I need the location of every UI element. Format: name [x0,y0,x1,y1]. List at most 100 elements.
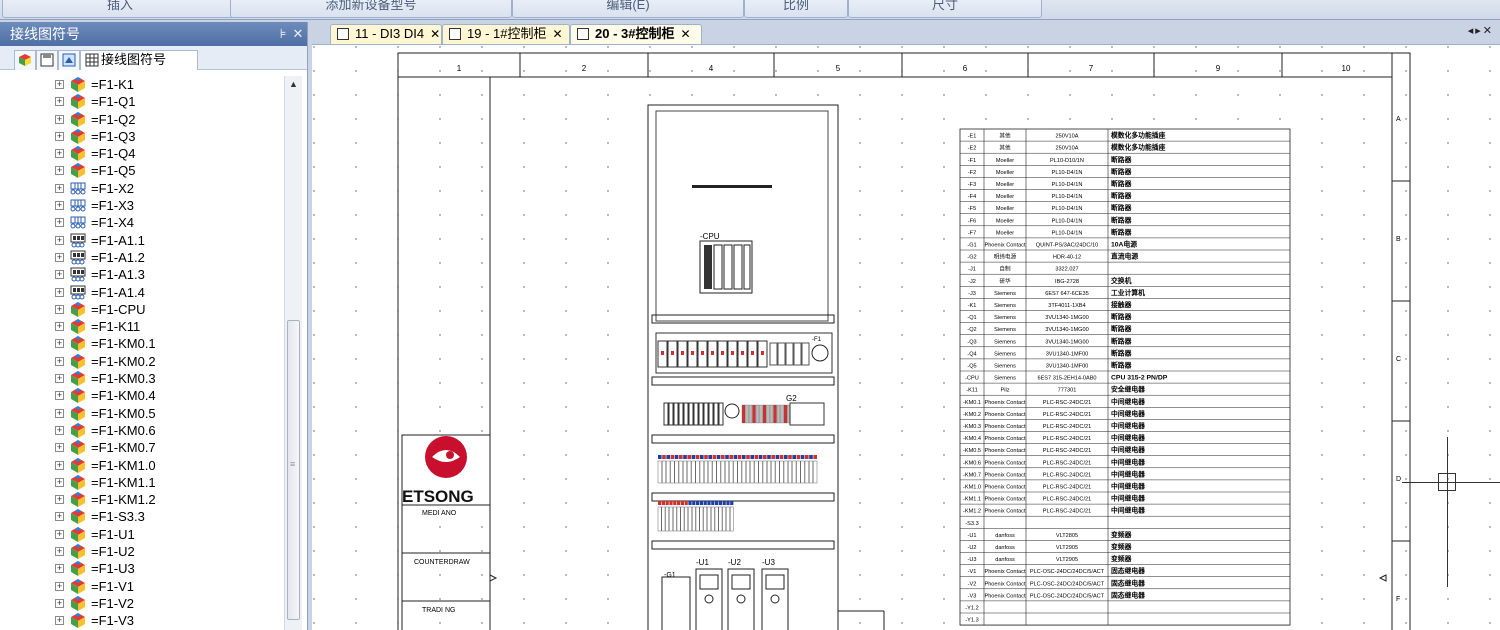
device-icon [69,387,87,404]
tree-item[interactable]: + =F1-X2 [0,180,284,197]
tree-item[interactable]: + =F1-CPU [0,301,284,318]
table-cell: 777301 [1058,388,1077,394]
tab-document-19[interactable]: 19 - 1#控制柜 ✕ [442,24,570,44]
expand-icon[interactable]: + [55,183,64,193]
expand-icon[interactable]: + [55,477,64,487]
expand-icon[interactable]: + [55,97,64,107]
tree-item[interactable]: + =F1-A1.3 [0,266,284,283]
tree-item[interactable]: + =F1-K11 [0,318,284,335]
tree-item[interactable]: + =F1-V2 [0,595,284,612]
expand-icon[interactable]: + [55,495,64,505]
tree-item[interactable]: + =F1-KM0.2 [0,353,284,370]
ribbon-group-add-device-model[interactable]: 添加新设备型号 [230,0,512,18]
tree-item[interactable]: + =F1-KM1.2 [0,491,284,508]
relay [695,506,700,532]
expand-icon[interactable]: + [55,529,64,539]
tree-scrollbar[interactable]: ▲ ≡ [284,76,302,630]
expand-icon[interactable]: + [55,564,64,574]
ribbon-group-insert[interactable]: 插入 [2,0,238,18]
expand-icon[interactable]: + [55,149,64,159]
tree-item[interactable]: + =F1-X4 [0,214,284,231]
tree-item[interactable]: + =F1-KM0.1 [0,335,284,352]
expand-icon[interactable]: + [55,581,64,591]
expand-icon[interactable]: + [55,114,64,124]
tree-item[interactable]: + =F1-V1 [0,578,284,595]
tree-item[interactable]: + =F1-Q1 [0,93,284,110]
close-tab-icon[interactable]: ✕ [430,27,440,41]
tree-item[interactable]: + =F1-U2 [0,543,284,560]
expand-icon[interactable]: + [55,356,64,366]
tree-item[interactable]: + =F1-U1 [0,526,284,543]
expand-icon[interactable]: + [55,391,64,401]
expand-icon[interactable]: + [55,598,64,608]
terminal [703,402,709,426]
ribbon-group-scale[interactable]: 比例 [744,0,848,18]
tree-item[interactable]: + =F1-KM1.0 [0,457,284,474]
socket [724,403,740,419]
close-tab-icon[interactable]: ✕ [552,27,562,41]
relay [676,506,681,532]
tree-item[interactable]: + =F1-KM0.3 [0,370,284,387]
expand-icon[interactable]: + [55,512,64,522]
expand-icon[interactable]: + [55,218,64,228]
tree-item[interactable]: + =F1-A1.2 [0,249,284,266]
expand-icon[interactable]: + [55,374,64,384]
table-cell: Phoenix Contact [984,569,1025,575]
close-tab-icon[interactable]: ✕ [680,27,690,41]
table-cell: -KM0.5 [963,448,981,454]
relay [691,460,696,484]
tree-item[interactable]: + =F1-V3 [0,612,284,629]
tree-item[interactable]: + =F1-U3 [0,560,284,577]
tree-item[interactable]: + =F1-KM0.6 [0,422,284,439]
tree-item-label: =F1-K11 [91,319,141,335]
tab-wiring-symbols[interactable]: 接线图符号 [80,50,198,70]
tree-item[interactable]: + =F1-KM0.4 [0,387,284,404]
tab-document-20[interactable]: 20 - 3#控制柜 ✕ [570,24,702,44]
tree-item[interactable]: + =F1-KM0.5 [0,405,284,422]
expand-icon[interactable]: + [55,131,64,141]
expand-icon[interactable]: + [55,252,64,262]
expand-icon[interactable]: + [55,235,64,245]
expand-icon[interactable]: + [55,322,64,332]
ribbon-group-edit[interactable]: 编辑(E) [512,0,744,18]
expand-icon[interactable]: + [55,408,64,418]
tree-item[interactable]: + =F1-Q2 [0,111,284,128]
tree-item[interactable]: + =F1-S3.3 [0,508,284,525]
drawing-canvas[interactable]: 1 2 4 5 6 7 9 10 B C D F ETSONG MEDI ANO COUNTERDR… [312,44,1500,630]
tree-item[interactable]: + =F1-K1 [0,76,284,93]
breaker [793,342,802,366]
tab-nav-arrows[interactable]: ◂▸✕ [1468,24,1494,37]
table-cell: Phoenix Contact [984,412,1025,418]
expand-icon[interactable]: + [55,443,64,453]
expand-icon[interactable]: + [55,616,64,626]
tree-item[interactable]: + =F1-Q4 [0,145,284,162]
tree-item[interactable]: + =F1-A1.4 [0,284,284,301]
tree-item[interactable]: + =F1-X3 [0,197,284,214]
pin-icon[interactable]: ⊧ [275,22,291,46]
close-icon[interactable]: ✕ [290,22,306,46]
expand-icon[interactable]: + [55,339,64,349]
expand-icon[interactable]: + [55,460,64,470]
tree-item[interactable]: + =F1-KM0.7 [0,439,284,456]
expand-icon[interactable]: + [55,304,64,314]
expand-icon[interactable]: + [55,166,64,176]
expand-icon[interactable]: + [55,547,64,557]
expand-icon[interactable]: + [55,425,64,435]
tab-view[interactable] [58,50,80,70]
ribbon-group-size[interactable]: 尺寸 [848,0,1042,18]
tree-item[interactable]: + =F1-KM1.1 [0,474,284,491]
tab-device-symbols[interactable] [14,50,36,70]
tree-item[interactable]: + =F1-A1.1 [0,232,284,249]
scrollbar-thumb[interactable]: ≡ [287,320,300,620]
expand-icon[interactable]: + [55,287,64,297]
g1-label: -G1 [664,572,676,579]
scroll-up-icon[interactable]: ▲ [285,76,302,93]
expand-icon[interactable]: + [55,201,64,211]
expand-icon[interactable]: + [55,270,64,280]
table-cell: -E2 [968,146,977,152]
tab-save[interactable] [36,50,58,70]
expand-icon[interactable]: + [55,80,64,89]
tab-document-11[interactable]: 11 - DI3 DI4 ✕ [330,24,442,44]
tree-item[interactable]: + =F1-Q3 [0,128,284,145]
tree-item[interactable]: + =F1-Q5 [0,162,284,179]
